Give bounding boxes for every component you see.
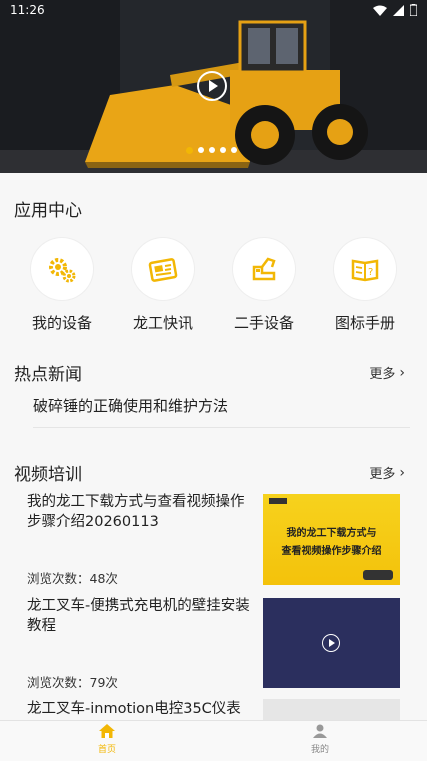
carousel-dot[interactable] bbox=[209, 147, 215, 153]
carousel-dot[interactable] bbox=[198, 147, 204, 153]
banner-carousel[interactable] bbox=[0, 0, 427, 173]
wifi-icon bbox=[373, 5, 387, 16]
video-views: 浏览次数：79次 bbox=[27, 675, 118, 690]
video-training-title: 视频培训 bbox=[14, 465, 82, 485]
video-title: 龙工叉车-便携式充电机的壁挂安装教程 bbox=[27, 598, 250, 634]
app-lonking-news[interactable]: 龙工快讯 bbox=[113, 238, 213, 333]
videos-more-link[interactable]: 更多 › bbox=[369, 463, 405, 483]
app-icon-manual[interactable]: ? 图标手册 bbox=[315, 238, 415, 333]
carousel-dot[interactable] bbox=[220, 147, 226, 153]
news-more-link[interactable]: 更多 › bbox=[369, 363, 405, 383]
loader-silhouette bbox=[363, 570, 393, 580]
hot-news-title: 热点新闻 bbox=[14, 365, 82, 385]
news-item[interactable]: 破碎锤的正确使用和维护方法 bbox=[33, 395, 228, 416]
app-used-equipment[interactable]: 二手设备 bbox=[214, 238, 314, 333]
divider bbox=[33, 427, 410, 428]
newspaper-icon bbox=[148, 258, 178, 282]
video-title: 我的龙工下载方式与查看视频操作步骤介绍20260113 bbox=[27, 494, 245, 530]
nav-mine[interactable]: 我的 bbox=[290, 724, 350, 755]
carousel-dots bbox=[186, 147, 237, 154]
play-icon bbox=[322, 634, 340, 652]
svg-text:?: ? bbox=[368, 267, 373, 278]
play-video-button[interactable] bbox=[197, 71, 227, 101]
gears-icon bbox=[49, 258, 76, 283]
signal-icon bbox=[393, 4, 404, 16]
status-time: 11:26 bbox=[10, 3, 45, 17]
status-bar: 11:26 bbox=[0, 0, 427, 22]
carousel-dot[interactable] bbox=[231, 147, 237, 153]
play-icon bbox=[209, 80, 218, 92]
app-my-equipment[interactable]: 我的设备 bbox=[12, 238, 112, 333]
video-thumbnail[interactable] bbox=[263, 598, 400, 688]
bottom-nav: 首页 我的 bbox=[0, 720, 427, 761]
video-thumbnail[interactable]: 我的龙工下载方式与 查看视频操作步骤介绍 bbox=[263, 494, 400, 585]
app-center-title: 应用中心 bbox=[14, 201, 82, 221]
video-views: 浏览次数：48次 bbox=[27, 571, 118, 586]
app-grid: 我的设备 龙工快讯 二手设备 ? 图标手册 bbox=[0, 238, 427, 333]
nav-home[interactable]: 首页 bbox=[77, 724, 137, 755]
chevron-right-icon: › bbox=[399, 464, 405, 481]
video-title: 龙工叉车-inmotion电控35C仪表 bbox=[27, 701, 241, 717]
chevron-right-icon: › bbox=[399, 364, 405, 381]
excavator-icon bbox=[252, 257, 276, 281]
battery-icon bbox=[410, 4, 417, 16]
user-icon bbox=[313, 724, 327, 738]
video-list-item[interactable]: 龙工叉车-便携式充电机的壁挂安装教程 浏览次数：79次 bbox=[0, 596, 427, 696]
home-icon bbox=[99, 724, 115, 738]
video-list-item[interactable]: 我的龙工下载方式与查看视频操作步骤介绍20260113 浏览次数：48次 我的龙… bbox=[0, 492, 427, 592]
video-thumbnail[interactable] bbox=[263, 699, 400, 720]
video-list-item[interactable]: 龙工叉车-inmotion电控35C仪表 bbox=[0, 699, 427, 720]
logo-mark bbox=[269, 498, 287, 504]
manual-book-icon: ? bbox=[351, 259, 379, 282]
carousel-dot[interactable] bbox=[186, 147, 193, 154]
